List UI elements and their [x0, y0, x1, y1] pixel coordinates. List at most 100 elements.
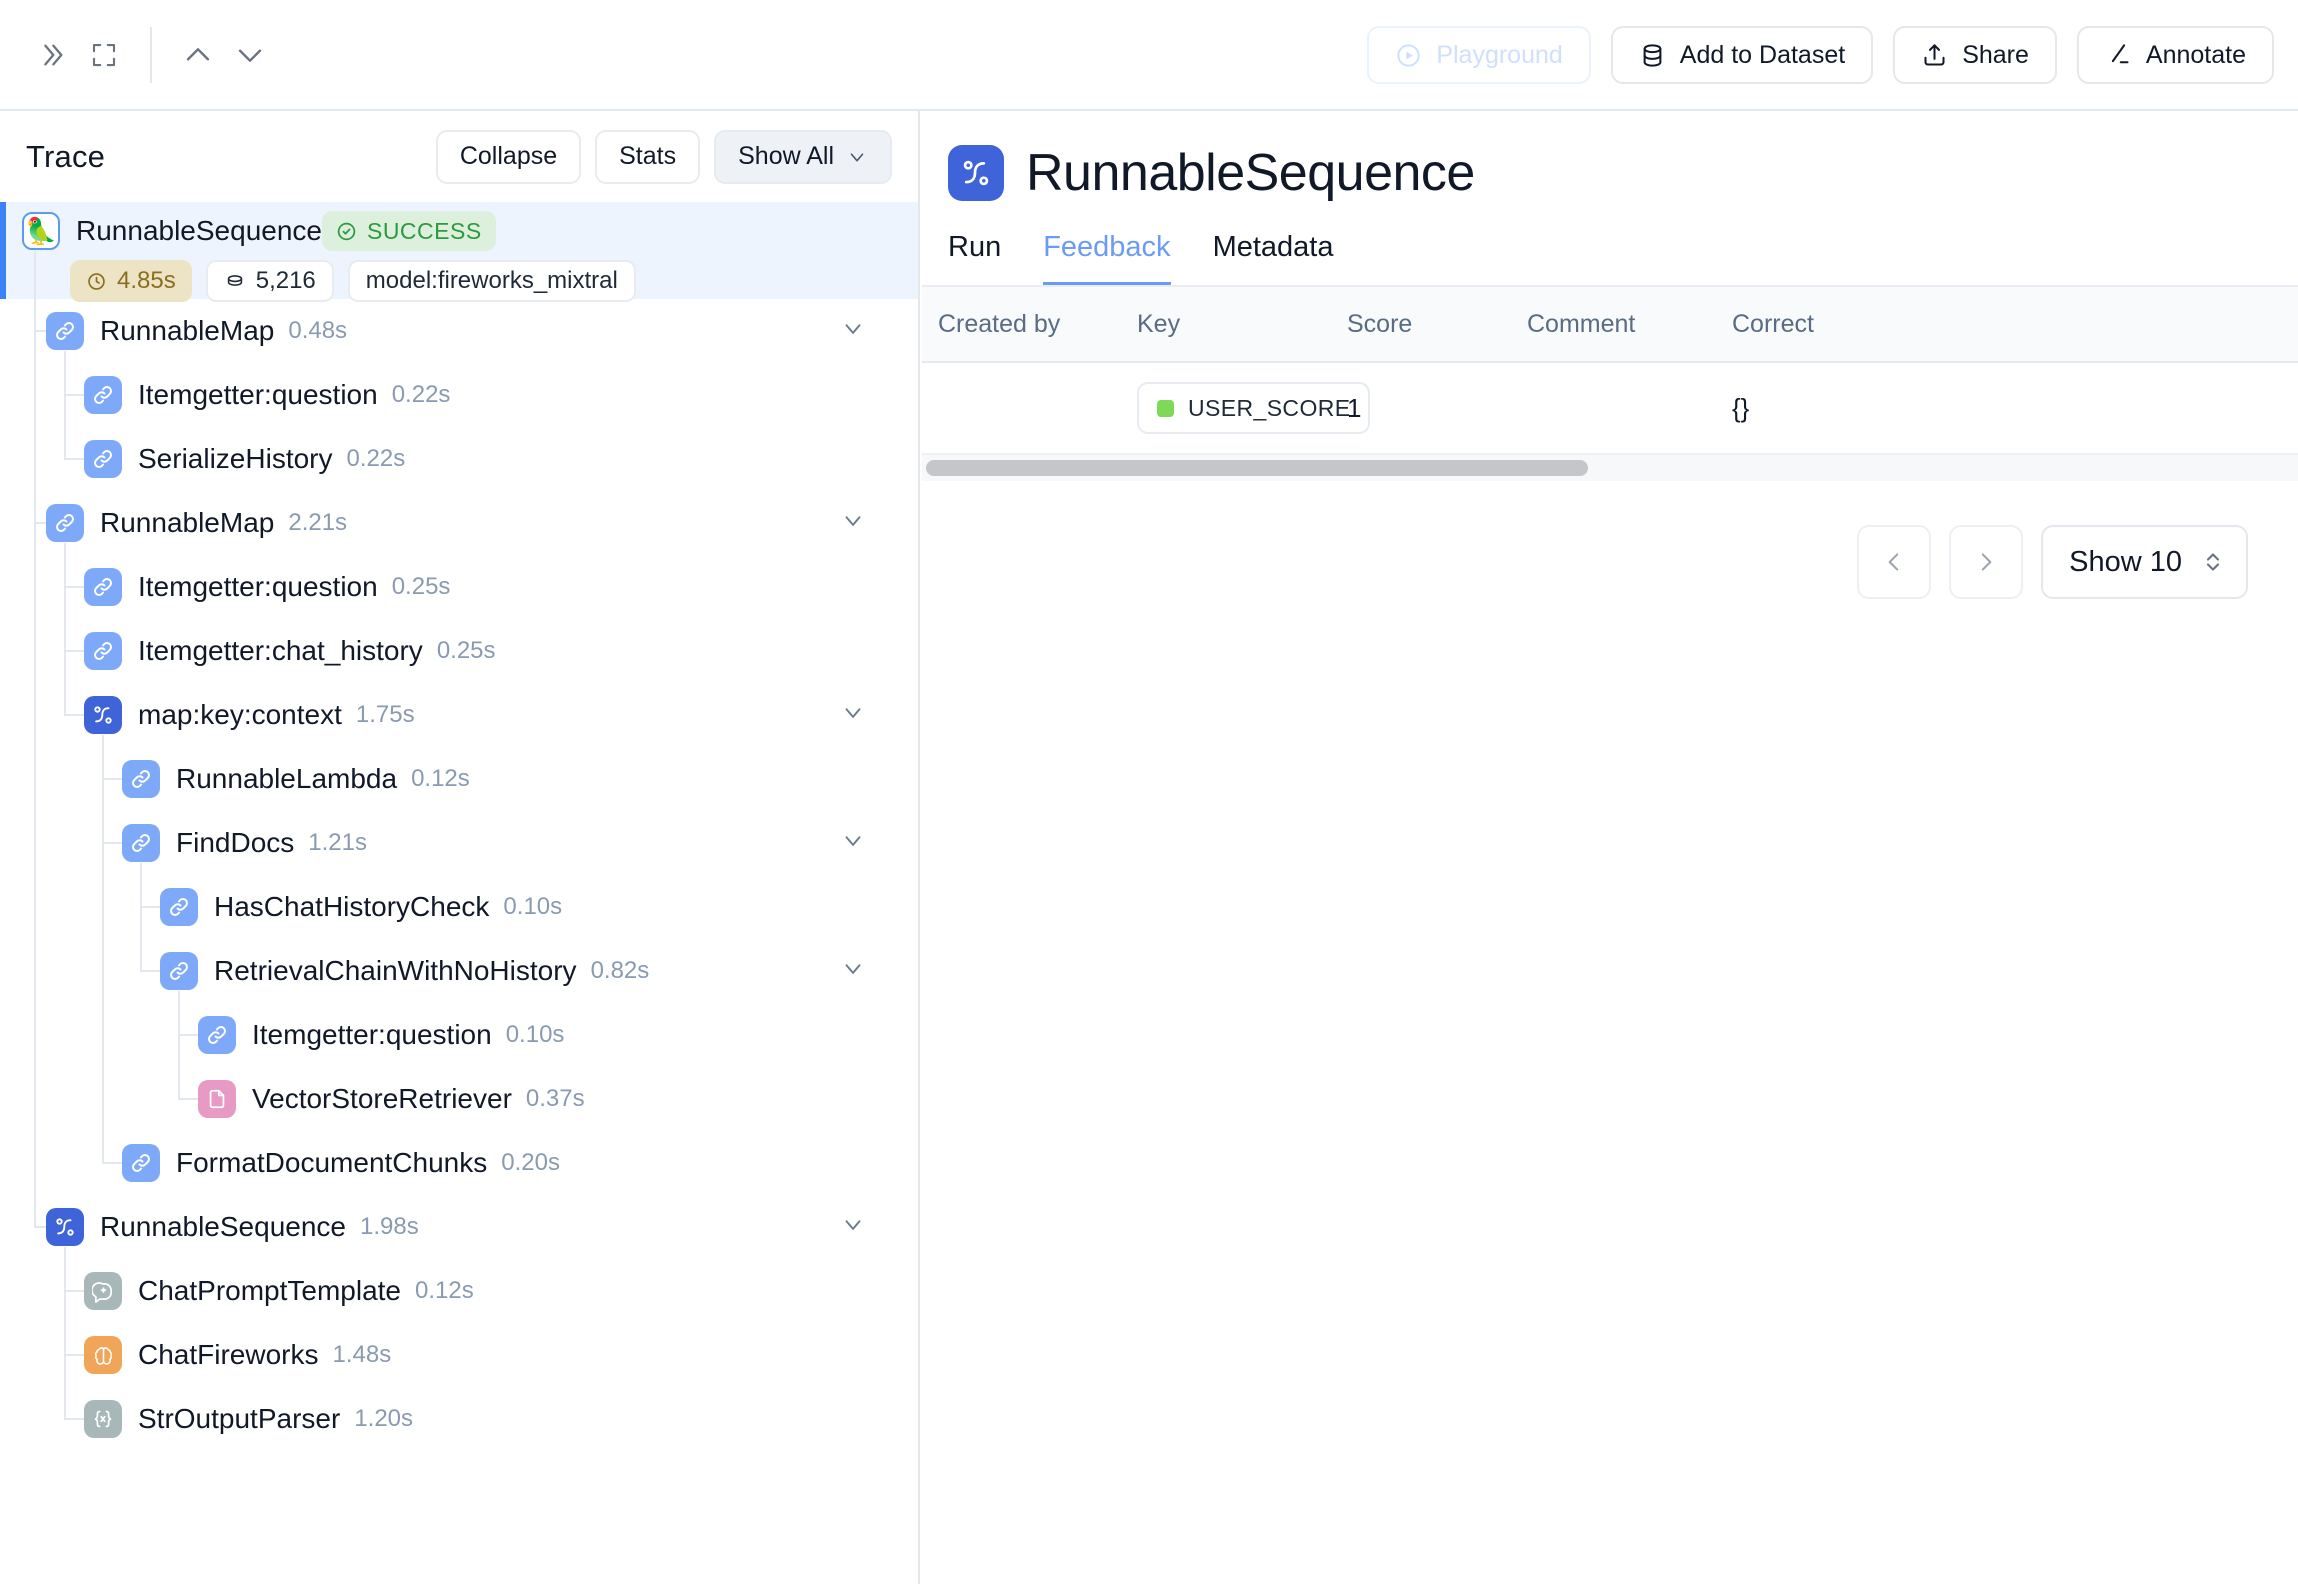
- show-all-dropdown[interactable]: Show All: [714, 129, 892, 184]
- tree-row-duration: 0.48s: [288, 317, 348, 344]
- tree-row-label: FindDocs: [176, 827, 295, 858]
- horizontal-scrollbar[interactable]: [922, 455, 2298, 481]
- tree-row-label: RunnableMap: [100, 315, 275, 346]
- tree-row-duration: 1.20s: [354, 1405, 414, 1432]
- stats-button[interactable]: Stats: [595, 129, 701, 184]
- chevron-down-icon[interactable]: [840, 956, 866, 987]
- chevron-down-icon[interactable]: [840, 316, 866, 347]
- expand-sidebar-icon[interactable]: [26, 29, 78, 81]
- tree-row[interactable]: FindDocs 1.21s: [0, 811, 918, 875]
- tree-row[interactable]: ChatFireworks 1.48s: [0, 1323, 918, 1387]
- chevron-left-icon: [1888, 553, 1899, 571]
- collapse-button[interactable]: Collapse: [435, 129, 582, 184]
- tree-row-label: Itemgetter:question: [252, 1019, 492, 1050]
- tree-row[interactable]: ChatPromptTemplate 0.12s: [0, 1259, 918, 1323]
- tree-row[interactable]: Itemgetter:question 0.22s: [0, 363, 918, 427]
- tree-connector: [140, 863, 142, 971]
- status-badge-label: SUCCESS: [366, 217, 482, 244]
- link-icon: [160, 952, 198, 990]
- trace-panel-actions: Collapse Stats Show All: [435, 129, 892, 184]
- tree-connector: [64, 1290, 84, 1292]
- tree-row-duration: 1.98s: [359, 1213, 419, 1240]
- tree-row[interactable]: RunnableLambda 0.12s: [0, 747, 918, 811]
- tree-row[interactable]: FormatDocumentChunks 0.20s: [0, 1131, 918, 1195]
- tree-row[interactable]: RunnableMap 0.48s: [0, 299, 918, 363]
- tree-row-duration: 2.21s: [288, 509, 348, 536]
- status-badge: SUCCESS: [321, 211, 496, 251]
- column-header-correct: Correct: [1732, 309, 1814, 338]
- column-header-created-by: Created by: [938, 309, 1061, 338]
- tree-connector: [34, 250, 36, 1227]
- tree-connector: [102, 778, 122, 780]
- page-size-select[interactable]: Show 10: [2041, 525, 2248, 599]
- tree-row[interactable]: Itemgetter:chat_history 0.25s: [0, 619, 918, 683]
- tree-row-duration: 0.10s: [505, 1021, 565, 1048]
- tree-row-label: RunnableSequence: [100, 1211, 346, 1242]
- pagination-controls: Show 10: [922, 481, 2298, 599]
- tree-row[interactable]: SerializeHistory 0.22s: [0, 427, 918, 491]
- tree-row[interactable]: Itemgetter:question 0.10s: [0, 1003, 918, 1067]
- link-icon: [122, 760, 160, 798]
- tree-row[interactable]: VectorStoreRetriever 0.37s: [0, 1067, 918, 1131]
- chevron-down-icon[interactable]: [840, 828, 866, 859]
- tree-row-label: RunnableMap: [100, 507, 275, 538]
- add-to-dataset-button-label: Add to Dataset: [1679, 40, 1846, 69]
- token-count-badge: 5,216: [205, 260, 334, 302]
- horizontal-scrollbar-thumb[interactable]: [926, 460, 1588, 476]
- tree-row-label: FormatDocumentChunks: [176, 1147, 488, 1178]
- link-icon: [160, 888, 198, 926]
- tree-row[interactable]: StrOutputParser 1.20s: [0, 1387, 918, 1451]
- prompt-icon: [84, 1272, 122, 1310]
- next-run-icon[interactable]: [224, 29, 276, 81]
- link-icon: [84, 440, 122, 478]
- tree-row-label: RunnableSequence: [76, 215, 322, 246]
- link-icon: [84, 568, 122, 606]
- show-all-dropdown-label: Show All: [738, 142, 834, 170]
- tree-connector: [64, 714, 84, 716]
- tree-row-duration: 0.25s: [436, 637, 496, 664]
- tree-connector: [64, 543, 66, 715]
- next-page-button[interactable]: [1949, 525, 2024, 599]
- add-to-dataset-button[interactable]: Add to Dataset: [1610, 26, 1874, 84]
- tab-run[interactable]: Run: [948, 231, 1001, 287]
- fullscreen-icon[interactable]: [78, 29, 130, 81]
- annotate-button[interactable]: Annotate: [2076, 26, 2274, 84]
- tree-row[interactable]: Itemgetter:question 0.25s: [0, 555, 918, 619]
- tree-row[interactable]: RunnableMap 2.21s: [0, 491, 918, 555]
- clock-icon: [88, 272, 105, 290]
- tree-row-label: StrOutputParser: [138, 1403, 341, 1434]
- tab-metadata[interactable]: Metadata: [1213, 231, 1334, 287]
- key-badge-label: USER_SCORE: [1188, 394, 1351, 421]
- stats-button-label: Stats: [619, 142, 677, 170]
- duration-badge-label: 4.85s: [117, 267, 176, 294]
- brain-icon: [84, 1336, 122, 1374]
- link-icon: [46, 312, 84, 350]
- table-row[interactable]: USER_SCORE 1 {}: [922, 363, 2298, 455]
- tree-connector: [64, 394, 84, 396]
- tree-row[interactable]: map:key:context 1.75s: [0, 683, 918, 747]
- prev-run-icon[interactable]: [172, 29, 224, 81]
- tree-row-label: ChatFireworks: [138, 1339, 319, 1370]
- chevron-down-icon[interactable]: [840, 508, 866, 539]
- collapse-button-label: Collapse: [459, 142, 558, 170]
- tree-row[interactable]: RetrievalChainWithNoHistory 0.82s: [0, 939, 918, 1003]
- playground-button-label: Playground: [1436, 40, 1563, 69]
- tree-row-duration: 1.48s: [332, 1341, 392, 1368]
- top-toolbar-left-controls: [26, 0, 276, 110]
- playground-button[interactable]: Playground: [1367, 26, 1591, 84]
- tree-connector: [140, 906, 160, 908]
- tree-row-label: Itemgetter:chat_history: [138, 635, 423, 666]
- tree-row-root[interactable]: 🦜 RunnableSequence SUCCESS 4.85s 5,216 model:…: [0, 202, 918, 302]
- check-circle-icon: [337, 222, 356, 240]
- prev-page-button[interactable]: [1857, 525, 1932, 599]
- tree-row[interactable]: RunnableSequence 1.98s: [0, 1195, 918, 1259]
- chevron-down-icon[interactable]: [840, 1212, 866, 1243]
- tab-feedback[interactable]: Feedback: [1043, 231, 1171, 287]
- tree-row-label: ChatPromptTemplate: [138, 1275, 402, 1306]
- chevron-down-icon[interactable]: [840, 700, 866, 731]
- tree-row[interactable]: HasChatHistoryCheck 0.10s: [0, 875, 918, 939]
- token-icon: [227, 275, 242, 286]
- tree-connector: [64, 1418, 84, 1420]
- share-button[interactable]: Share: [1893, 26, 2057, 84]
- cell-correct: {}: [1732, 392, 1750, 423]
